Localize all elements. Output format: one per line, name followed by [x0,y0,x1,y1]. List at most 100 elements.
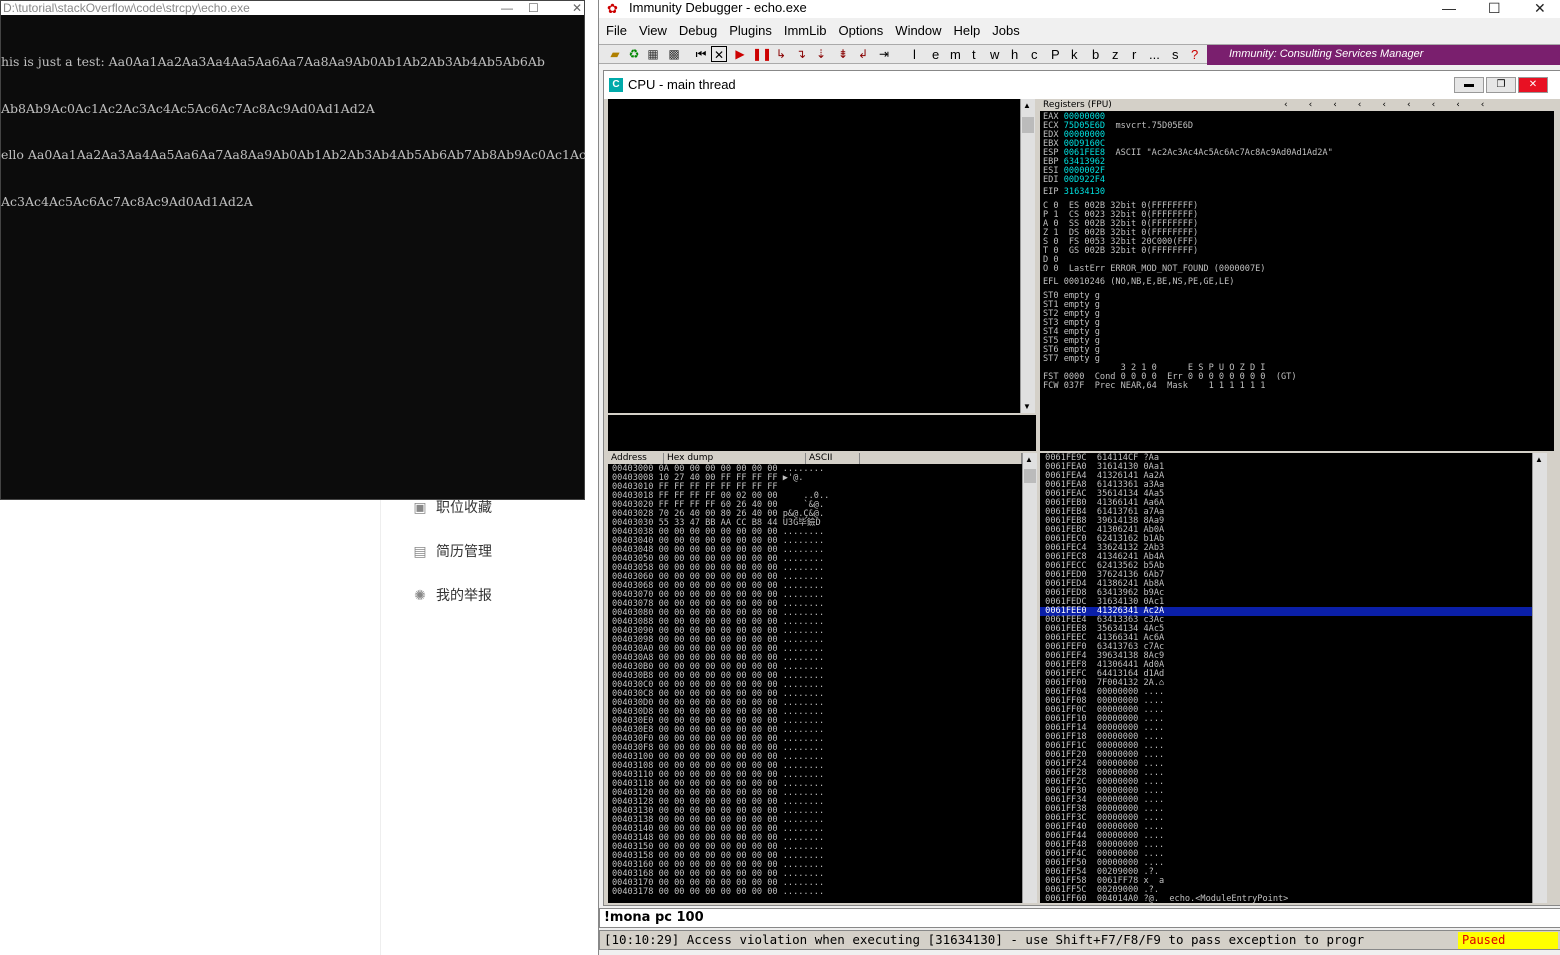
sidebar-item-reports[interactable]: ✺ 我的举报 [412,584,492,606]
menu-file[interactable]: File [606,23,627,41]
flag-row[interactable]: T 0 GS 002B 32bit 0(FFFFFFFF) [1043,247,1265,256]
open-icon[interactable]: ▰ [607,46,623,62]
eip-value[interactable]: 31634130 [1064,187,1105,197]
menu-plugins[interactable]: Plugins [729,23,772,41]
scroll-down-icon[interactable]: ▼ [1023,402,1031,411]
toolbar-w-button[interactable]: w [990,46,999,63]
star-folder-icon: ▣ [413,499,427,515]
sidebar-item-resume[interactable]: ▤ 简历管理 [412,540,492,562]
dump-row[interactable]: 00403178 00 00 00 00 00 00 00 00 .......… [612,888,829,897]
dump-rows: 00403000 0A 00 00 00 00 00 00 00 .......… [612,465,829,897]
registers-pane[interactable]: Registers (FPU) ‹‹‹‹‹‹‹‹‹ EAX 00000000 EC… [1040,99,1554,451]
maximize-icon[interactable]: ☐ [1488,0,1501,16]
close-debuggee-icon[interactable]: ▦ [645,46,661,62]
maximize-icon[interactable]: ☐ [528,1,539,15]
console-titlebar[interactable]: D:\tutorial\stackOverflow\code\strcpy\ec… [1,1,584,15]
toolbar-s-button[interactable]: s [1172,46,1179,63]
restart-icon[interactable]: ♻ [626,46,642,62]
close-icon[interactable]: ✕ [572,1,582,15]
cpu-title: CPU - main thread [628,77,736,92]
dump-header-address[interactable]: Address [608,453,664,464]
execute-till-return-icon[interactable]: ↲ [855,46,871,62]
dump-scrollbar[interactable]: ▲ [1022,453,1037,903]
menu-help[interactable]: Help [954,23,981,41]
efl-row[interactable]: EFL 00010246 (NO,NB,E,BE,NS,PE,GE,LE) [1043,278,1234,287]
scroll-up-icon[interactable]: ▲ [1025,455,1033,464]
register-name: EDI [1043,175,1064,185]
menu-view[interactable]: View [639,23,667,41]
toolbar-p-button[interactable]: P [1051,46,1060,63]
cpu-window[interactable]: CPU - main thread C ▬ ❐ ✕ ▲ ▼ Registers … [603,70,1560,906]
toolbar-e-button[interactable]: e [932,46,939,63]
consulting-banner[interactable]: Immunity: Consulting Services Manager [1207,45,1560,65]
close-icon[interactable]: ✕ [1534,0,1546,16]
console-line: Ab8Ab9Ac0Ac1Ac2Ac3Ac4Ac5Ac6Ac7Ac8Ac9Ad0A… [1,100,375,116]
toolbar-k-button[interactable]: k [1071,46,1078,63]
command-line-input[interactable]: !mona pc 100 [599,908,1560,928]
dump-header-hex[interactable]: Hex dump [664,453,806,464]
status-bar: [10:10:29] Access violation when executi… [599,930,1560,950]
menu-debug[interactable]: Debug [679,23,717,41]
toolbar-r-button[interactable]: r [1132,46,1136,63]
dump-pane[interactable]: Address Hex dump ASCII 00403000 0A 00 00… [608,453,1022,903]
menu-options[interactable]: Options [838,23,883,41]
register-comment: ASCII "Ac2Ac3Ac4Ac5Ac6Ac7Ac8Ac9Ad0Ad1Ad2… [1105,148,1333,158]
stack-rows: 0061FE9C 614114CF ?Aa 0061FEA0 31614130 … [1040,454,1532,903]
registers-header[interactable]: Registers (FPU) ‹‹‹‹‹‹‹‹‹ [1040,99,1554,111]
cpu-minimize-button[interactable]: ▬ [1454,77,1484,93]
stack-row[interactable]: 0061FF60 004014A0 ?@. echo.<ModuleEntryP… [1040,895,1532,904]
register-value[interactable]: 00D922F4 [1064,175,1105,185]
log-icon[interactable]: ▩ [666,46,682,62]
rewind-icon[interactable]: ⏮ [693,46,709,62]
debugger-titlebar[interactable]: ✿ Immunity Debugger - echo.exe — ☐ ✕ [599,0,1560,18]
minimize-icon[interactable]: — [1442,0,1456,16]
sidebar-panel [380,500,565,955]
stack-pane[interactable]: 0061FE9C 614114CF ?Aa 0061FEA0 31614130 … [1040,453,1532,903]
pause-icon[interactable]: ❚❚ [752,46,772,62]
trace-into-icon[interactable]: ⇣ [813,46,829,62]
flag-row[interactable]: O 0 LastErr ERROR_MOD_NOT_FOUND (0000007… [1043,265,1265,274]
console-line: Ac3Ac4Ac5Ac6Ac7Ac8Ac9Ad0Ad1Ad2A [1,193,253,209]
eip-row[interactable]: EIP 31634130 [1043,188,1105,197]
scroll-thumb[interactable] [1024,469,1036,483]
stack-scrollbar[interactable]: ▲ [1532,453,1547,903]
registers-nav-arrows[interactable]: ‹‹‹‹‹‹‹‹‹ [1284,99,1505,111]
toolbar-t-button[interactable]: t [972,46,976,63]
toolbar-ellipsis-button[interactable]: ... [1149,46,1160,63]
status-message: [10:10:29] Access violation when executi… [604,932,1365,947]
cpu-titlebar[interactable]: CPU - main thread [604,71,1560,99]
toolbar-l-button[interactable]: l [913,46,916,63]
minimize-icon[interactable]: — [501,1,513,15]
step-over-icon[interactable]: ↴ [793,46,809,62]
cpu-close-button[interactable]: ✕ [1518,77,1548,93]
debugger-window[interactable]: ✿ Immunity Debugger - echo.exe — ☐ ✕ Fil… [598,0,1560,955]
register-row[interactable]: EDI 00D922F4 [1043,176,1333,185]
cpu-restore-button[interactable]: ❐ [1486,77,1516,93]
step-into-icon[interactable]: ↳ [773,46,789,62]
scroll-up-icon[interactable]: ▲ [1535,455,1543,464]
dump-header-ascii[interactable]: ASCII [806,453,860,464]
toolbar-help-button[interactable]: ? [1191,46,1198,63]
toolbar-z-button[interactable]: z [1112,46,1119,63]
console-output: his is just a test: Aa0Aa1Aa2Aa3Aa4Aa5Aa… [1,23,586,240]
immunity-logo-icon: ✿ [607,1,618,16]
toolbar-c-button[interactable]: c [1031,46,1038,63]
scroll-thumb[interactable] [1022,117,1034,133]
menu-immlib[interactable]: ImmLib [784,23,827,41]
disassembly-scrollbar[interactable]: ▲ ▼ [1020,99,1035,413]
run-icon[interactable]: ▶ [732,46,748,62]
status-state-badge: Paused [1458,932,1558,949]
toolbar-b-button[interactable]: b [1092,46,1099,63]
console-window[interactable]: D:\tutorial\stackOverflow\code\strcpy\ec… [0,0,586,500]
fpu-row: FCW 037F Prec NEAR,64 Mask 1 1 1 1 1 1 [1043,381,1266,391]
sidebar-item-label: 职位收藏 [436,499,492,515]
toolbar-m-button[interactable]: m [950,46,961,63]
stop-icon[interactable]: ✕ [711,46,727,62]
menu-jobs[interactable]: Jobs [992,23,1019,41]
menu-window[interactable]: Window [895,23,941,41]
toolbar-h-button[interactable]: h [1011,46,1018,63]
scroll-up-icon[interactable]: ▲ [1023,101,1031,110]
trace-over-icon[interactable]: ⇟ [835,46,851,62]
goto-icon[interactable]: ⇥ [876,46,892,62]
disassembly-pane[interactable] [608,99,1020,413]
